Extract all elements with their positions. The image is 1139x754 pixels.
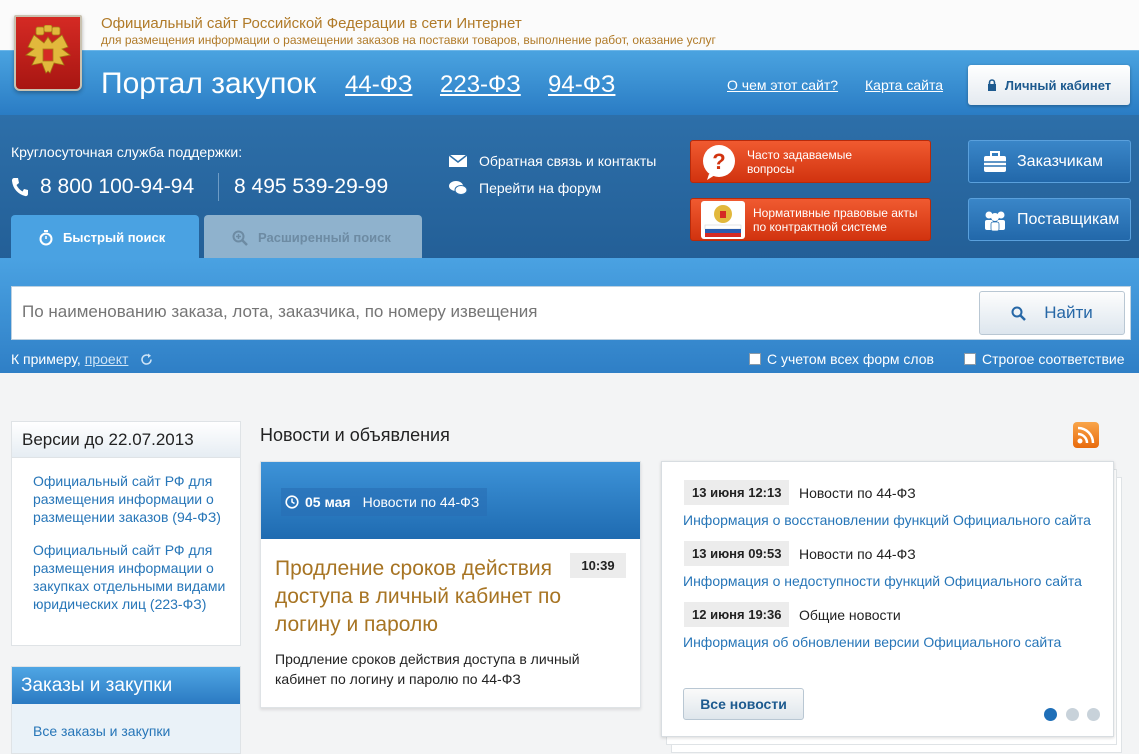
briefcase-icon (984, 150, 1006, 172)
search-icon (1011, 306, 1027, 321)
lock-icon (987, 79, 996, 91)
search-input[interactable] (22, 302, 922, 322)
site-title: Официальный сайт Российской Федерации в … (101, 15, 522, 32)
example-label: К примеру, (11, 351, 81, 367)
clock-icon (285, 495, 299, 509)
law-94-link[interactable]: 94-ФЗ (548, 71, 615, 99)
news-item-date: 13 июня 12:13 (684, 480, 790, 505)
faq-button[interactable]: ? Часто задаваемые вопросы (690, 140, 931, 183)
search-box: Найти (11, 286, 1131, 340)
forum-link[interactable]: Перейти на форум (448, 180, 601, 196)
all-orders-link[interactable]: Все заказы и закупки (33, 723, 170, 739)
version-223-link[interactable]: Официальный сайт РФ для размещения инфор… (33, 541, 233, 613)
news-item-date: 12 июня 19:36 (684, 602, 790, 627)
orders-panel: Заказы и закупки Все заказы и закупки (11, 666, 241, 754)
featured-news-date: 05 мая (305, 494, 351, 510)
carousel-dot-active[interactable] (1044, 708, 1057, 721)
svg-text:?: ? (712, 149, 725, 174)
carousel-dot[interactable] (1066, 708, 1079, 721)
search-panel: Найти К примеру,проект С учетом всех фор… (0, 258, 1139, 373)
strict-checkbox[interactable] (964, 353, 976, 365)
news-item-category: Новости по 44-ФЗ (799, 485, 916, 501)
featured-news-header: 05 мая Новости по 44-ФЗ (261, 462, 640, 539)
forum-label: Перейти на форум (479, 180, 602, 196)
featured-news-text: Продление сроков действия доступа в личн… (275, 651, 580, 687)
customers-label: Заказчикам (1017, 152, 1103, 170)
featured-news-time: 10:39 (570, 553, 626, 578)
news-item-date: 13 июня 09:53 (684, 541, 790, 566)
portal-title[interactable]: Портал закупок (101, 67, 316, 101)
faq-label: Часто задаваемые вопросы (747, 147, 853, 176)
envelope-icon (448, 154, 468, 167)
law-223-link[interactable]: 223-ФЗ (440, 71, 521, 99)
support-label: Круглосуточная служба поддержки: (11, 144, 243, 160)
tab-advanced-search[interactable]: Расширенный поиск (204, 215, 422, 260)
featured-news-card[interactable]: 05 мая Новости по 44-ФЗ Продление сроков… (260, 461, 641, 708)
phone-icon (11, 178, 29, 197)
news-item-link[interactable]: Информация о восстановлении функций Офиц… (683, 512, 1091, 528)
feedback-link[interactable]: Обратная связь и контакты (448, 153, 656, 169)
law-44-link[interactable]: 44-ФЗ (345, 71, 412, 99)
about-link[interactable]: О чем этот сайт? (727, 77, 838, 93)
tab-advanced-label: Расширенный поиск (258, 230, 391, 245)
legal-emblem-icon (701, 200, 745, 239)
news-item-category: Общие новости (799, 607, 901, 623)
news-item-link[interactable]: Информация о недоступности функций Офици… (683, 573, 1082, 589)
news-section-title: Новости и объявления (260, 425, 450, 445)
support-panel: Круглосуточная служба поддержки: 8 800 1… (0, 115, 1139, 260)
tab-quick-label: Быстрый поиск (63, 230, 166, 245)
find-label: Найти (1044, 303, 1093, 322)
stopwatch-icon (39, 229, 53, 245)
top-strip: Официальный сайт Российской Федерации в … (0, 0, 1139, 50)
coat-of-arms-logo[interactable] (14, 15, 82, 91)
search-example: К примеру, проект (11, 351, 153, 367)
personal-cabinet-button[interactable]: Личный кабинет (968, 65, 1130, 105)
legal-acts-label: Нормативные правовые акты по контрактной… (753, 205, 918, 234)
support-phone-2: 8 495 539-29-99 (234, 175, 389, 198)
news-item-link[interactable]: Информация об обновлении версии Официаль… (683, 634, 1061, 650)
orders-title: Заказы и закупки (12, 667, 240, 704)
chat-bubble-icon (449, 181, 468, 195)
suppliers-button[interactable]: Поставщикам (968, 198, 1131, 241)
legal-acts-button[interactable]: Нормативные правовые акты по контрактной… (690, 198, 931, 241)
news-list-panel: 13 июня 12:13 Новости по 44-ФЗ Информаци… (661, 461, 1114, 737)
versions-panel: Версии до 22.07.2013 Официальный сайт РФ… (11, 421, 241, 646)
carousel-dot[interactable] (1087, 708, 1100, 721)
all-forms-option[interactable]: С учетом всех форм слов (749, 351, 934, 367)
rss-icon[interactable] (1073, 422, 1099, 448)
strict-option[interactable]: Строгое соответствие (964, 351, 1125, 367)
customers-button[interactable]: Заказчикам (968, 140, 1131, 183)
news-item-category: Новости по 44-ФЗ (799, 546, 916, 562)
all-forms-label: С учетом всех форм слов (767, 351, 934, 367)
all-news-button[interactable]: Все новости (683, 688, 804, 720)
example-link[interactable]: проект (85, 351, 129, 367)
question-bubble-icon: ? (703, 144, 735, 180)
site-subtitle: для размещения информации о размещении з… (101, 33, 716, 47)
sitemap-link[interactable]: Карта сайта (865, 77, 943, 93)
feedback-label: Обратная связь и контакты (479, 153, 657, 169)
strict-label: Строгое соответствие (982, 351, 1125, 367)
suppliers-label: Поставщикам (1017, 210, 1120, 228)
refresh-icon[interactable] (140, 353, 153, 366)
tab-quick-search[interactable]: Быстрый поиск (11, 215, 199, 260)
phone-divider (218, 173, 219, 201)
featured-news-meta: 05 мая Новости по 44-ФЗ (281, 488, 488, 516)
support-phone-1: 8 800 100-94-94 (40, 175, 195, 198)
featured-news-headline[interactable]: Продление сроков действия доступа в личн… (275, 555, 565, 639)
versions-title: Версии до 22.07.2013 (12, 422, 240, 458)
featured-news-category: Новости по 44-ФЗ (362, 494, 480, 510)
users-group-icon (985, 211, 1005, 231)
find-button[interactable]: Найти (979, 291, 1125, 335)
zoom-in-icon (232, 230, 248, 246)
version-94-link[interactable]: Официальный сайт РФ для размещения инфор… (33, 472, 233, 526)
all-forms-checkbox[interactable] (749, 353, 761, 365)
header-bar: Портал закупок 44-ФЗ 223-ФЗ 94-ФЗ О чем … (0, 50, 1139, 115)
personal-cabinet-label: Личный кабинет (1004, 77, 1112, 93)
